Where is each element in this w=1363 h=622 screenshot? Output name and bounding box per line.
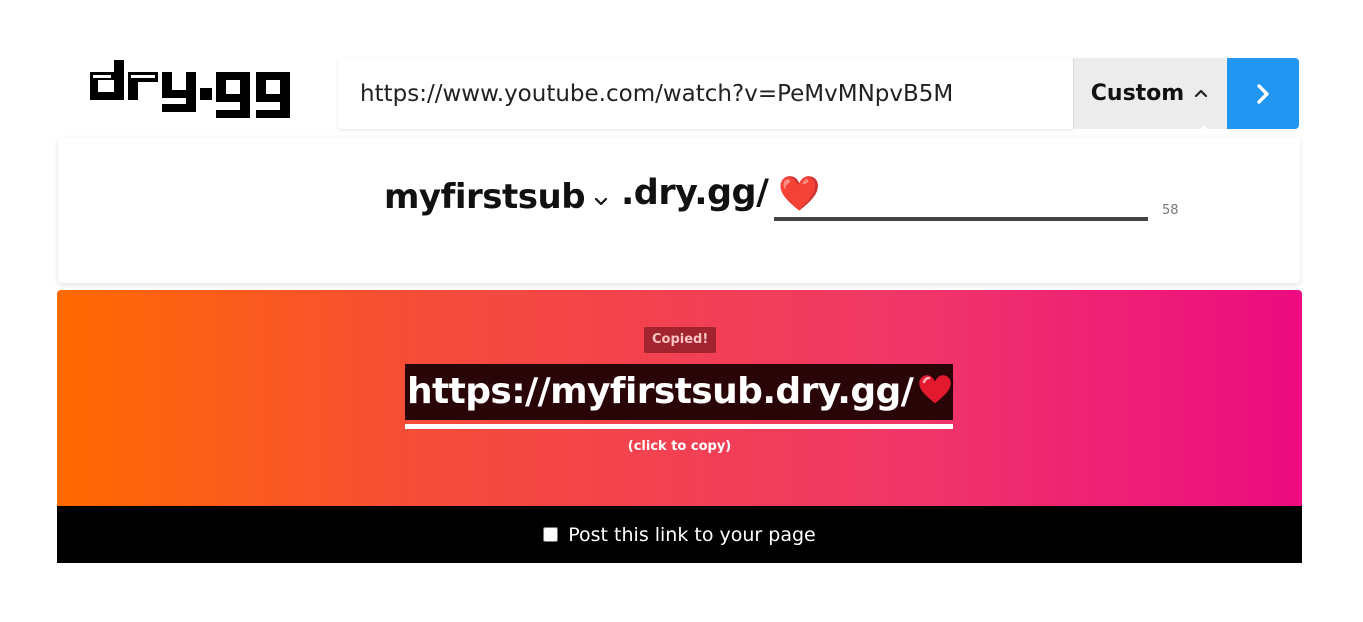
chevron-down-icon bbox=[594, 197, 608, 206]
chevron-up-icon bbox=[1195, 89, 1208, 97]
dropdown-pointer bbox=[1192, 125, 1216, 137]
shorten-go-button[interactable] bbox=[1227, 58, 1299, 129]
copied-badge: Copied! bbox=[644, 327, 717, 353]
custom-path-input[interactable] bbox=[774, 171, 1148, 221]
long-url-input[interactable] bbox=[338, 58, 1073, 129]
custom-button-label: Custom bbox=[1090, 81, 1185, 106]
subdomain-value: myfirstsub bbox=[384, 177, 586, 217]
short-link-underline bbox=[405, 424, 953, 429]
dry-gg-logo[interactable] bbox=[88, 58, 298, 124]
copy-hint: (click to copy) bbox=[627, 439, 732, 454]
chevron-right-icon bbox=[1257, 83, 1269, 104]
short-link[interactable]: https://myfirstsub.dry.gg/ bbox=[405, 364, 954, 420]
post-to-page-checkbox[interactable] bbox=[543, 527, 559, 542]
custom-link-panel: myfirstsub .dry.gg/ 58 bbox=[58, 137, 1300, 283]
logo-graphic bbox=[90, 60, 290, 118]
url-bar: Custom bbox=[338, 58, 1299, 137]
custom-toggle-button[interactable]: Custom bbox=[1073, 58, 1227, 137]
domain-suffix: .dry.gg/ bbox=[621, 173, 769, 213]
post-to-page-label[interactable]: Post this link to your page bbox=[568, 524, 815, 546]
result-panel: Copied! https://myfirstsub.dry.gg/ (clic… bbox=[57, 290, 1302, 506]
heart-icon bbox=[917, 372, 954, 407]
short-link-text: https://myfirstsub.dry.gg/ bbox=[407, 371, 914, 412]
post-to-page-bar: Post this link to your page bbox=[57, 506, 1302, 563]
char-counter: 58 bbox=[1162, 203, 1179, 218]
subdomain-select[interactable]: myfirstsub bbox=[384, 175, 609, 219]
